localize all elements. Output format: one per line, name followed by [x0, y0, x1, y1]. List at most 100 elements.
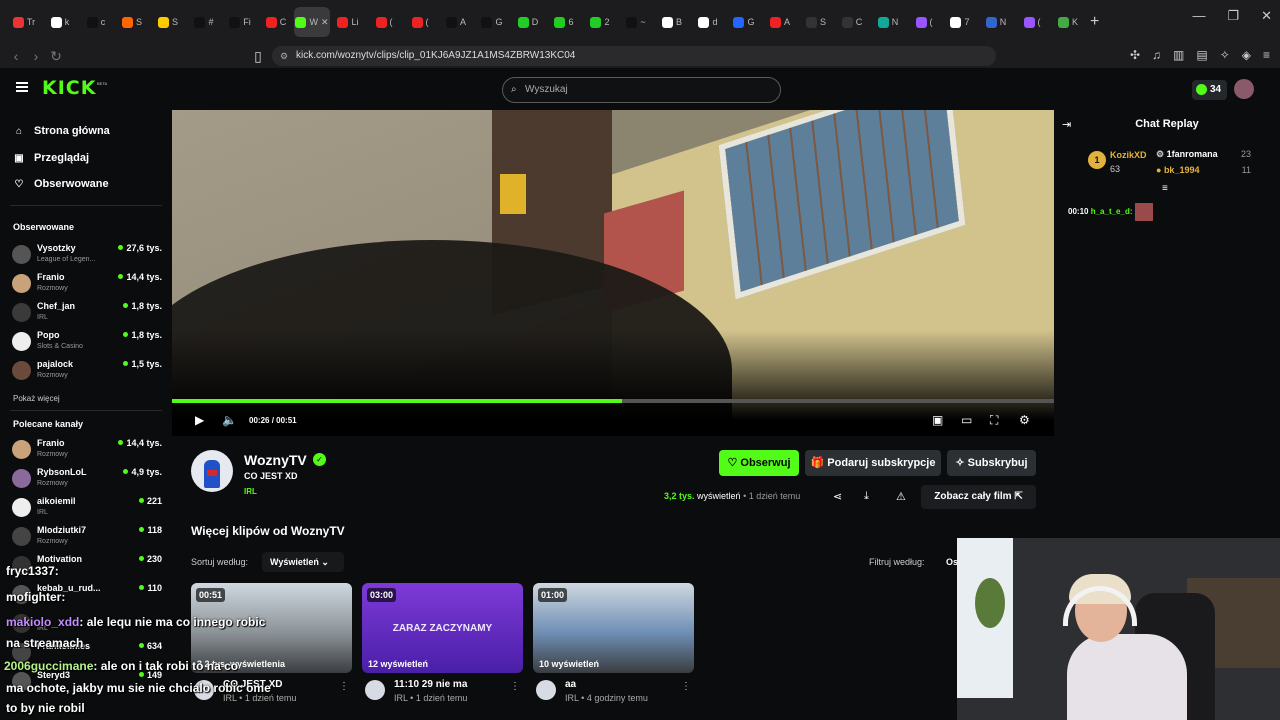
extensions-icon[interactable]: ✣ [1130, 48, 1140, 62]
volume-icon[interactable]: 🔈 [222, 413, 237, 427]
sidebar-channel[interactable]: aikoiemil IRL 221 [12, 494, 162, 520]
video-progress-bar[interactable] [172, 399, 1054, 403]
browser-tab[interactable]: 6 [546, 7, 582, 37]
filter-dropdown[interactable]: Os [939, 552, 959, 572]
channel-avatar[interactable] [191, 450, 233, 492]
clip-category[interactable]: IRL [244, 487, 257, 496]
sidebar-channel[interactable]: Mlodziutki7 Rozmowy 118 [12, 523, 162, 549]
clip-thumbnail[interactable]: 03:00 ZARAZ ZACZYNAMY 12 wyświetleń [362, 583, 523, 673]
clip-more-options-icon[interactable]: ⋮ [510, 681, 520, 692]
browser-tab[interactable]: Tr [6, 7, 42, 37]
show-more-link[interactable]: Pokaż więcej [13, 394, 60, 403]
forward-arrow-icon[interactable]: › [26, 48, 46, 64]
report-icon[interactable]: ⚠ [896, 490, 906, 503]
channel-name[interactable]: WoznyTV [244, 452, 307, 468]
watch-full-video-button[interactable]: Zobacz cały film ⇱ [921, 485, 1036, 509]
browser-tab[interactable]: K [1050, 7, 1086, 37]
browser-tab[interactable]: C [258, 7, 294, 37]
clip-title[interactable]: 11:10 29 nie ma [394, 679, 467, 690]
browser-tab[interactable]: # [186, 7, 222, 37]
browser-tab[interactable]: Li [330, 7, 366, 37]
browser-tab[interactable]: G [726, 7, 762, 37]
browser-tab[interactable]: ( [906, 7, 942, 37]
share-icon[interactable]: ⋖ [833, 490, 842, 503]
url-field[interactable]: ⚙ kick.com/woznytv/clips/clip_01KJ6A9JZ1… [272, 46, 996, 66]
play-icon[interactable]: ▶ [195, 413, 204, 427]
theater-mode-icon[interactable]: ▭ [961, 413, 972, 427]
new-tab-button[interactable]: + [1090, 13, 1099, 31]
minimize-button[interactable]: — [1192, 8, 1205, 24]
clip-title[interactable]: aa [565, 679, 576, 690]
close-window-button[interactable]: ✕ [1261, 8, 1272, 24]
browser-tab[interactable]: 2 [582, 7, 618, 37]
sidebar-channel[interactable]: Chef_jan IRL 1,8 tys. [12, 299, 162, 325]
sidebar-channel[interactable]: RybsonLoL Rozmowy 4,9 tys. [12, 465, 162, 491]
download-icon[interactable]: ⤓ [864, 490, 869, 503]
channel-points-button[interactable]: 34 [1192, 80, 1227, 100]
browser-tab[interactable]: S [150, 7, 186, 37]
subscribe-button[interactable]: ✧ Subskrybuj [947, 450, 1036, 476]
nav-following[interactable]: ♡ Obserwowane [14, 174, 109, 194]
clip-more-options-icon[interactable]: ⋮ [681, 681, 691, 692]
browser-tab[interactable]: S [798, 7, 834, 37]
top-gifter-name[interactable]: KozikXD [1110, 150, 1147, 160]
browser-tab[interactable]: S [114, 7, 150, 37]
browser-tab[interactable]: ~ [618, 7, 654, 37]
kick-logo[interactable]: KICK [42, 77, 96, 99]
ai-icon[interactable]: ✧ [1220, 48, 1230, 62]
menu-icon[interactable]: ≡ [1263, 48, 1270, 62]
browser-tab[interactable]: ( [366, 7, 402, 37]
follow-button[interactable]: ♡ Obserwuj [719, 450, 799, 476]
browser-tab[interactable]: d [690, 7, 726, 37]
gifter-row[interactable]: ● bk_1994 11 [1156, 165, 1251, 181]
browser-tab[interactable]: W ✕ [294, 7, 330, 37]
clip-channel-avatar[interactable] [536, 680, 556, 700]
message-username[interactable]: h_a_t_e_d: [1091, 207, 1133, 216]
gift-subs-button[interactable]: 🎁 Podaruj subskrypcje [805, 450, 941, 476]
clip-thumbnail[interactable]: 01:00 10 wyświetleń [533, 583, 694, 673]
gifter-row[interactable]: ⚙ 1fanromana 23 [1156, 149, 1251, 165]
media-icon[interactable]: ♫ [1152, 48, 1161, 62]
user-avatar[interactable] [1234, 79, 1254, 99]
vpn-icon[interactable]: ◈ [1242, 48, 1251, 62]
browser-tab[interactable]: N [870, 7, 906, 37]
browser-tab[interactable]: A [438, 7, 474, 37]
sidebar-channel[interactable]: Vysotzky League of Legen... 27,6 tys. [12, 241, 162, 267]
browser-tab[interactable]: D [510, 7, 546, 37]
expand-gifters-icon[interactable]: ≡ [1162, 183, 1168, 194]
browser-tab[interactable]: N [978, 7, 1014, 37]
browser-tab[interactable]: B [654, 7, 690, 37]
clip-more-options-icon[interactable]: ⋮ [339, 681, 349, 692]
reload-icon[interactable]: ↻ [46, 48, 66, 65]
sidebar-channel[interactable]: Franio Rozmowy 14,4 tys. [12, 436, 162, 462]
site-info-icon[interactable]: ⚙ [280, 46, 288, 66]
browser-tab[interactable]: G [474, 7, 510, 37]
browser-tab[interactable]: Fi [222, 7, 258, 37]
browser-tab[interactable]: C [834, 7, 870, 37]
browser-tab[interactable]: A [762, 7, 798, 37]
sidebar-channel[interactable]: Franio Rozmowy 14,4 tys. [12, 270, 162, 296]
hamburger-menu-icon[interactable] [16, 82, 28, 92]
browser-tab[interactable]: c [78, 7, 114, 37]
sort-dropdown[interactable]: Wyświetleń ⌄ [262, 552, 344, 572]
settings-icon[interactable]: ⚙ [1019, 413, 1030, 427]
bookmark-icon[interactable]: ▯ [248, 48, 268, 65]
nav-browse[interactable]: ▣ Przeglądaj [14, 148, 89, 168]
search-input[interactable]: ⌕ Wyszukaj [502, 77, 781, 103]
back-arrow-icon[interactable]: ‹ [6, 48, 26, 64]
clip-channel-avatar[interactable] [365, 680, 385, 700]
browser-tab[interactable]: ( [402, 7, 438, 37]
wallet-icon[interactable]: ▤ [1196, 48, 1207, 62]
close-tab-icon[interactable]: ✕ [321, 17, 329, 28]
sidebar-channel[interactable]: pajalock Rozmowy 1,5 tys. [12, 357, 162, 383]
browser-tab[interactable]: ( [1014, 7, 1050, 37]
sidebar-channel[interactable]: Popo Slots & Casino 1,8 tys. [12, 328, 162, 354]
browser-tab[interactable]: k [42, 7, 78, 37]
nav-home[interactable]: ⌂ Strona główna [14, 121, 110, 141]
video-player[interactable] [172, 110, 1054, 436]
browser-tab[interactable]: 7 [942, 7, 978, 37]
maximize-button[interactable]: ❐ [1227, 8, 1239, 24]
miniplayer-icon[interactable]: ▣ [932, 413, 943, 427]
sidebar-icon[interactable]: ▥ [1173, 48, 1184, 62]
fullscreen-icon[interactable]: ⛶ [990, 413, 998, 428]
